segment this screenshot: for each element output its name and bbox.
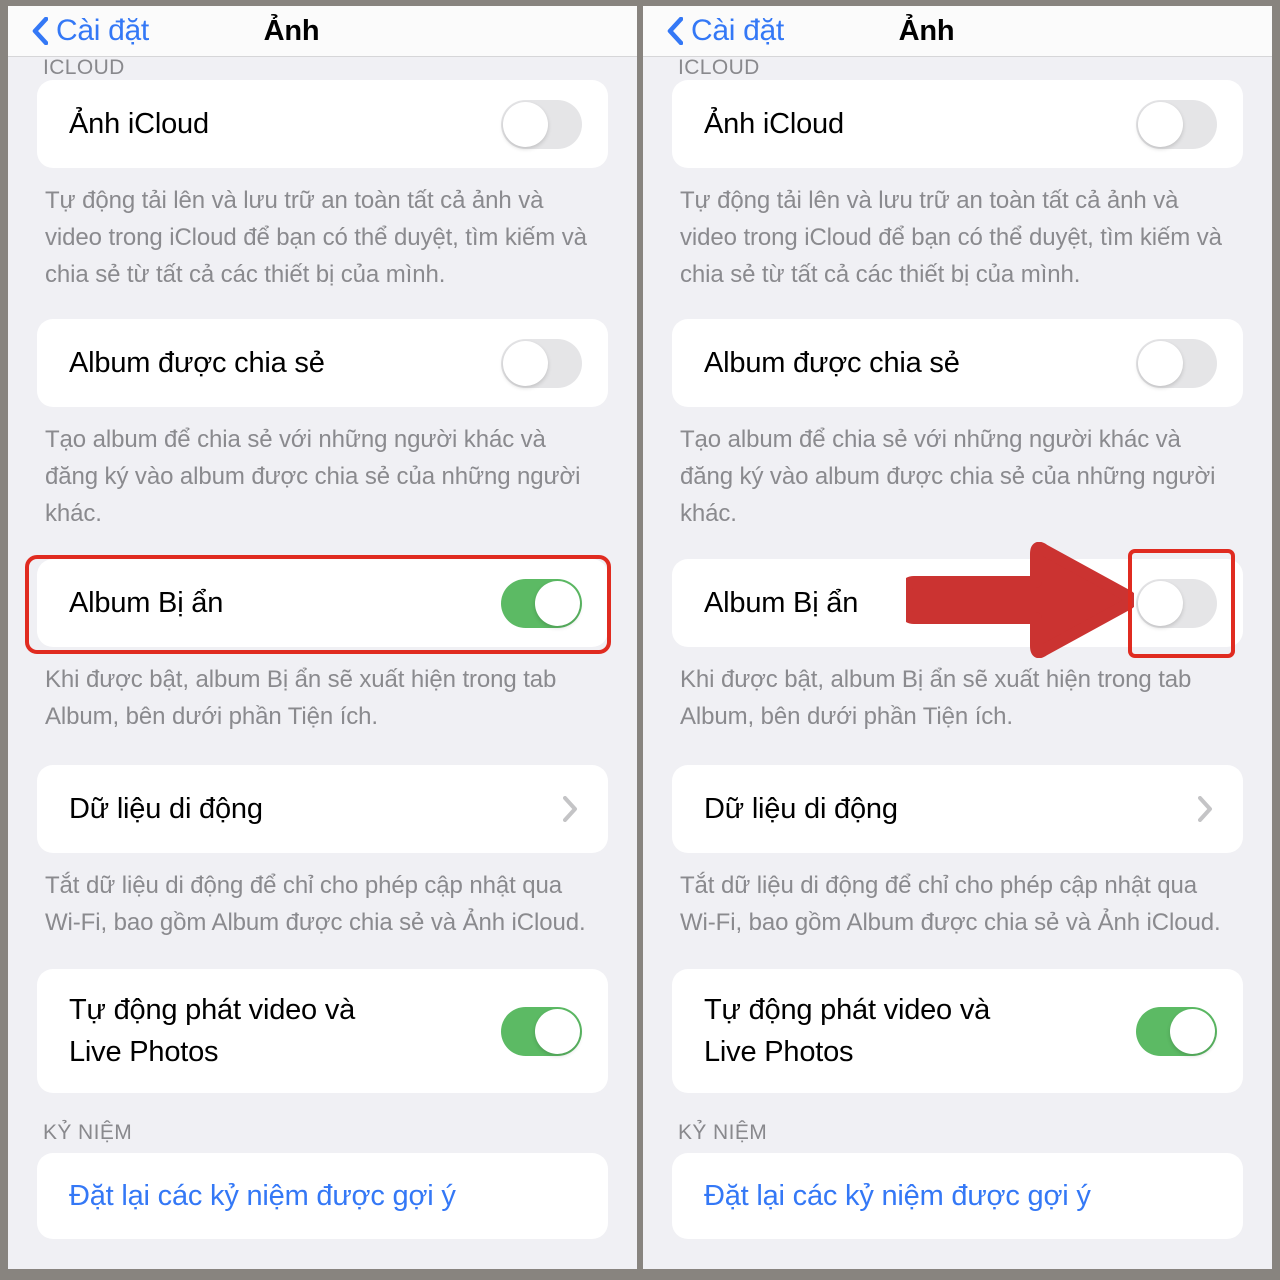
row-label-autoplay-line2: Live Photos	[69, 1036, 219, 1068]
footnote-shared-albums: Tạo album để chia sẻ với những người khá…	[680, 426, 1216, 527]
footnote-icloud-photos: Tự động tải lên và lưu trữ an toàn tất c…	[45, 187, 587, 288]
toggle-icloud-photos[interactable]	[1136, 99, 1217, 149]
row-label-reset-memories: Đặt lại các kỷ niệm được gợi ý	[69, 1179, 456, 1212]
row-autoplay[interactable]: Tự động phát video và Live Photos	[672, 969, 1243, 1093]
toggle-knob	[535, 1008, 580, 1054]
page-title: Ảnh	[898, 15, 955, 47]
card-autoplay: Tự động phát video và Live Photos	[37, 969, 608, 1093]
footnote-cellular-data: Tắt dữ liệu di động để chỉ cho phép cập …	[680, 872, 1221, 936]
row-label-autoplay-line1: Tự động phát video và	[69, 993, 356, 1026]
section-header-memories: KỶ NIỆM	[43, 1121, 133, 1144]
card-icloud-photos: Ảnh iCloud	[37, 80, 608, 168]
row-hidden-album[interactable]: Album Bị ẩn	[672, 559, 1243, 647]
right-phone-screen: Cài đặt Ảnh ICLOUD Ảnh iCloud Tự động tả…	[643, 6, 1272, 1269]
row-label-autoplay: Tự động phát video và Live Photos	[69, 989, 355, 1073]
card-shared-albums: Album được chia sẻ	[672, 319, 1243, 407]
left-settings-list[interactable]: ICLOUD Ảnh iCloud Tự động tải lên và lưu…	[8, 57, 637, 1269]
row-label-hidden-album: Album Bị ẩn	[704, 586, 859, 619]
row-reset-memories[interactable]: Đặt lại các kỷ niệm được gợi ý	[37, 1153, 608, 1239]
row-label-cellular-data: Dữ liệu di động	[704, 792, 898, 825]
section-header-icloud: ICLOUD	[43, 57, 125, 79]
toggle-knob	[1138, 101, 1183, 147]
card-autoplay: Tự động phát video và Live Photos	[672, 969, 1243, 1093]
card-cellular-data: Dữ liệu di động	[672, 765, 1243, 853]
chevron-right-icon	[1198, 796, 1212, 822]
row-label-cellular-data: Dữ liệu di động	[69, 792, 263, 825]
toggle-shared-albums[interactable]	[501, 338, 582, 388]
row-label-icloud-photos: Ảnh iCloud	[704, 107, 844, 140]
row-shared-albums[interactable]: Album được chia sẻ	[37, 319, 608, 407]
row-hidden-album[interactable]: Album Bị ẩn	[37, 559, 608, 647]
card-hidden-album: Album Bị ẩn	[37, 559, 608, 647]
footnote-hidden-album: Khi được bật, album Bị ẩn sẽ xuất hiện t…	[45, 666, 557, 730]
row-cellular-data[interactable]: Dữ liệu di động	[672, 765, 1243, 853]
card-reset-memories: Đặt lại các kỷ niệm được gợi ý	[672, 1153, 1243, 1239]
row-autoplay[interactable]: Tự động phát video và Live Photos	[37, 969, 608, 1093]
tutorial-two-panel-screenshot: Cài đặt Ảnh ICLOUD Ảnh iCloud Tự động tả…	[0, 0, 1280, 1280]
row-label-hidden-album: Album Bị ẩn	[69, 586, 224, 619]
toggle-hidden-album[interactable]	[1136, 578, 1217, 628]
footnote-shared-albums: Tạo album để chia sẻ với những người khá…	[45, 426, 581, 527]
row-cellular-data[interactable]: Dữ liệu di động	[37, 765, 608, 853]
left-navbar: Cài đặt Ảnh	[8, 6, 637, 57]
toggle-knob	[503, 340, 548, 386]
footnote-hidden-album: Khi được bật, album Bị ẩn sẽ xuất hiện t…	[680, 666, 1192, 730]
toggle-hidden-album[interactable]	[501, 578, 582, 628]
row-label-autoplay: Tự động phát video và Live Photos	[704, 989, 990, 1073]
card-hidden-album: Album Bị ẩn	[672, 559, 1243, 647]
row-label-autoplay-line1: Tự động phát video và	[704, 993, 991, 1026]
section-header-memories: KỶ NIỆM	[678, 1121, 768, 1144]
section-header-icloud: ICLOUD	[678, 57, 760, 79]
toggle-knob	[1138, 580, 1183, 626]
chevron-right-icon	[563, 796, 577, 822]
row-label-reset-memories: Đặt lại các kỷ niệm được gợi ý	[704, 1179, 1091, 1212]
toggle-knob	[535, 580, 580, 626]
page-title: Ảnh	[263, 15, 320, 47]
row-shared-albums[interactable]: Album được chia sẻ	[672, 319, 1243, 407]
row-reset-memories[interactable]: Đặt lại các kỷ niệm được gợi ý	[672, 1153, 1243, 1239]
left-phone-screen: Cài đặt Ảnh ICLOUD Ảnh iCloud Tự động tả…	[8, 6, 637, 1269]
right-settings-list[interactable]: ICLOUD Ảnh iCloud Tự động tải lên và lưu…	[643, 57, 1272, 1269]
card-icloud-photos: Ảnh iCloud	[672, 80, 1243, 168]
row-label-autoplay-line2: Live Photos	[704, 1036, 854, 1068]
toggle-knob	[1170, 1008, 1215, 1054]
row-label-shared-albums: Album được chia sẻ	[704, 346, 960, 379]
footnote-icloud-photos: Tự động tải lên và lưu trữ an toàn tất c…	[680, 187, 1222, 288]
row-icloud-photos[interactable]: Ảnh iCloud	[672, 80, 1243, 168]
toggle-autoplay[interactable]	[501, 1006, 582, 1056]
card-cellular-data: Dữ liệu di động	[37, 765, 608, 853]
toggle-icloud-photos[interactable]	[501, 99, 582, 149]
row-label-shared-albums: Album được chia sẻ	[69, 346, 325, 379]
card-shared-albums: Album được chia sẻ	[37, 319, 608, 407]
toggle-knob	[503, 101, 548, 147]
toggle-autoplay[interactable]	[1136, 1006, 1217, 1056]
right-navbar: Cài đặt Ảnh	[643, 6, 1272, 57]
toggle-shared-albums[interactable]	[1136, 338, 1217, 388]
row-label-icloud-photos: Ảnh iCloud	[69, 107, 209, 140]
row-icloud-photos[interactable]: Ảnh iCloud	[37, 80, 608, 168]
card-reset-memories: Đặt lại các kỷ niệm được gợi ý	[37, 1153, 608, 1239]
toggle-knob	[1138, 340, 1183, 386]
footnote-cellular-data: Tắt dữ liệu di động để chỉ cho phép cập …	[45, 872, 586, 936]
